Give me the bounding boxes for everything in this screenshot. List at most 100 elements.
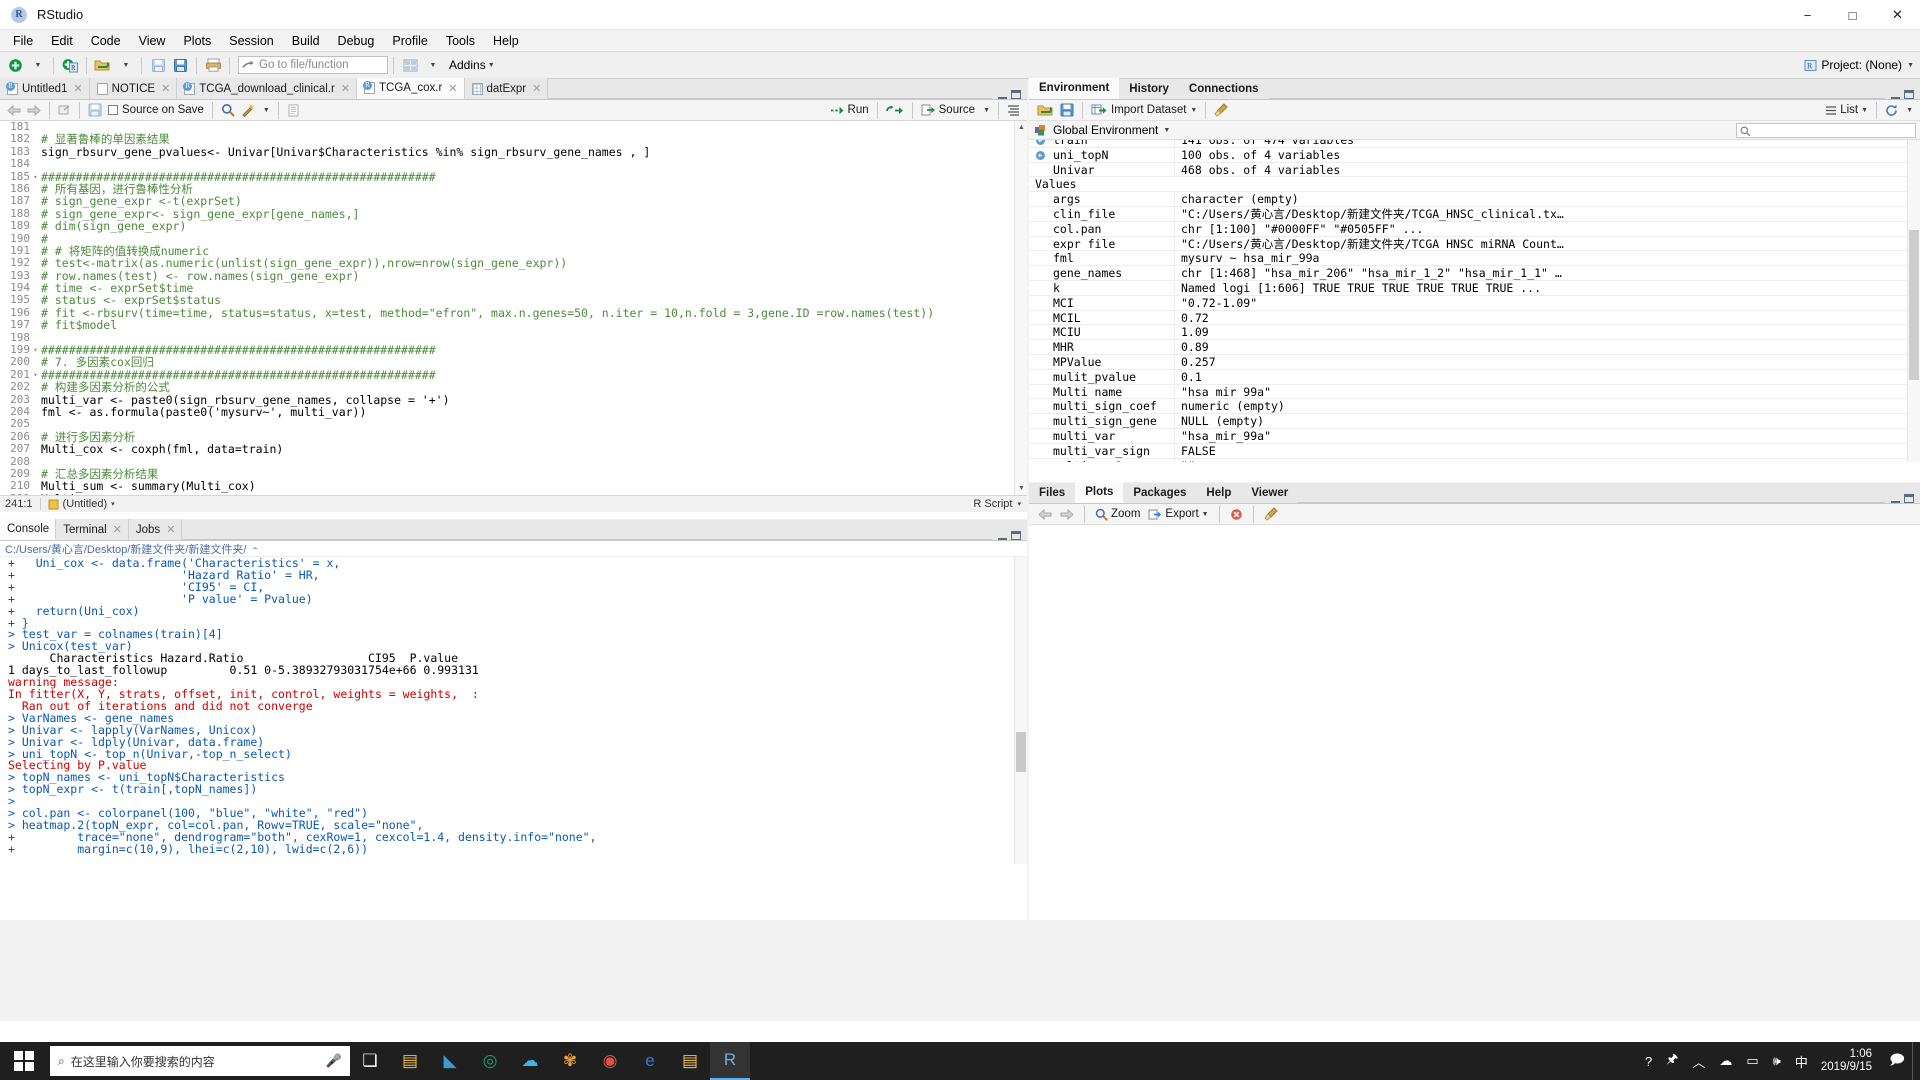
source-caret-icon[interactable]: ▼ (978, 101, 993, 119)
maximize-pane-icon[interactable] (1904, 494, 1914, 503)
plot-back-arrow-icon[interactable] (1035, 506, 1055, 523)
open-folder-icon[interactable] (92, 54, 114, 76)
source-tab-tcga-cox[interactable]: TCGA_cox.r ✕ (357, 78, 465, 99)
menu-plots[interactable]: Plots (174, 32, 220, 50)
close-button[interactable]: ✕ (1875, 0, 1920, 30)
menu-view[interactable]: View (130, 32, 175, 50)
environment-variable-row[interactable]: gene_names chr [1:468] "hsa_mir_206" "hsa… (1029, 266, 1920, 281)
import-dataset-button[interactable]: Import Dataset ▼ (1088, 101, 1200, 119)
zoom-plot-button[interactable]: Zoom (1092, 506, 1143, 523)
goto-file-function-input[interactable]: Go to file/function (238, 56, 388, 74)
maximize-pane-icon[interactable] (1904, 90, 1914, 99)
fold-toggle-icon[interactable]: ▾ (32, 369, 39, 381)
environment-variable-row[interactable]: Univar 468 obs. of 4 variables (1029, 162, 1920, 178)
remove-plot-icon[interactable] (1227, 506, 1246, 523)
environment-vertical-scrollbar[interactable] (1907, 140, 1920, 462)
code-editor[interactable]: 181 182 # 显著鲁棒的单因素结果 183 sign_rbsurv_gene_pv… (0, 121, 1027, 495)
taskbar-search-input[interactable]: ⌕ 在这里输入你要搜索的内容 🎤 (50, 1046, 350, 1076)
minimize-pane-icon[interactable] (998, 532, 1007, 540)
environment-variable-row[interactable]: multi_var2"" (1029, 458, 1920, 462)
close-icon[interactable]: ✕ (166, 523, 175, 536)
fold-toggle-icon[interactable]: ▾ (32, 344, 39, 356)
scroll-down-arrow-icon[interactable]: ▼ (1015, 482, 1027, 495)
back-arrow-icon[interactable] (4, 101, 24, 119)
plot-forward-arrow-icon[interactable] (1057, 506, 1077, 523)
close-icon[interactable]: ✕ (113, 523, 122, 536)
tab-jobs[interactable]: Jobs ✕ (128, 519, 183, 540)
environment-group-row[interactable]: Values (1029, 177, 1920, 193)
help-circle-icon[interactable]: ? (1638, 1054, 1659, 1069)
broom-clear-icon[interactable] (1211, 101, 1232, 119)
clear-plots-broom-icon[interactable] (1261, 506, 1282, 523)
close-icon[interactable]: ✕ (448, 82, 457, 95)
rerun-icon[interactable] (883, 101, 907, 119)
save-all-icon[interactable] (169, 54, 191, 76)
microphone-icon[interactable]: 🎤 (326, 1053, 342, 1069)
console-working-directory[interactable]: C:/Users/黄心言/Desktop/新建文件夹/新建文件夹/ ⌁ (0, 541, 1027, 557)
environment-variable-row[interactable]: MHR 0.89 (1029, 340, 1920, 355)
taskbar-clock[interactable]: 1:06 2019/9/15 (1815, 1048, 1882, 1074)
tab-viewer[interactable]: Viewer (1241, 482, 1298, 503)
menu-debug[interactable]: Debug (329, 32, 384, 50)
chevron-up-icon[interactable]: ︿ (1685, 1052, 1712, 1071)
cloud-app-icon[interactable]: ☁ (510, 1042, 550, 1080)
environment-variable-row[interactable]: k Named logi [1:606] TRUE TRUE TRUE TRUE … (1029, 280, 1920, 296)
code-tools-caret[interactable]: ▼ (258, 101, 273, 119)
refresh-caret-icon[interactable]: ▼ (1901, 101, 1916, 119)
source-tab-untitled1[interactable]: Untitled1 ✕ (0, 78, 90, 99)
compile-report-icon[interactable] (284, 101, 303, 119)
tab-plots[interactable]: Plots (1075, 482, 1124, 503)
volume-icon[interactable]: 🕪 (1766, 1053, 1788, 1069)
menu-session[interactable]: Session (220, 32, 282, 50)
minimize-pane-icon[interactable] (1891, 91, 1900, 99)
menu-build[interactable]: Build (283, 32, 329, 50)
windows-start-icon[interactable] (0, 1042, 48, 1080)
show-desktop-button[interactable] (1912, 1042, 1920, 1080)
environment-variable-row[interactable]: ▶train141 obs. of 474 variables (1029, 140, 1920, 148)
print-icon[interactable] (202, 54, 224, 76)
menu-code[interactable]: Code (82, 32, 130, 50)
environment-variable-row[interactable]: MCIU 1.09 (1029, 325, 1920, 341)
export-plot-button[interactable]: Export ▼ (1145, 506, 1211, 523)
environment-variable-row[interactable]: clin_file "C:/Users/黄心言/Desktop/新建文件夹/TCG… (1029, 206, 1920, 222)
wechat-icon[interactable]: ✾ (550, 1042, 590, 1080)
refresh-icon[interactable] (1882, 101, 1901, 119)
pin-icon[interactable]: ⌁ (252, 543, 257, 554)
scrollbar-thumb[interactable] (1016, 732, 1026, 772)
environment-variable-row[interactable]: Multi_name "hsa_mir_99a" (1029, 384, 1920, 400)
file-explorer-icon[interactable]: ▤ (670, 1042, 710, 1080)
expand-icon[interactable]: ▶ (1036, 150, 1045, 160)
source-button[interactable]: Source (918, 101, 978, 119)
environment-variable-row[interactable]: MCI "0.72-1.09" (1029, 295, 1920, 311)
environment-variable-list[interactable]: ▶train141 obs. of 474 variables▶uni_topN… (1029, 140, 1920, 462)
expand-icon[interactable]: ▶ (1036, 140, 1045, 145)
maximize-pane-icon[interactable] (1011, 90, 1021, 99)
document-type[interactable]: R Script ▾ (973, 498, 1021, 510)
minimize-pane-icon[interactable] (998, 91, 1007, 99)
close-icon[interactable]: ✕ (73, 82, 82, 95)
environment-variable-row[interactable]: MCIL 0.72 (1029, 310, 1920, 326)
environment-variable-row[interactable]: args character (empty) (1029, 192, 1920, 207)
environment-variable-row[interactable]: expr_file "C:/Users/黄心言/Desktop/新建文件夹/TCG… (1029, 236, 1920, 252)
show-in-new-window-icon[interactable] (55, 101, 74, 119)
panes-layout-caret[interactable]: ▼ (421, 54, 443, 76)
chrome-icon[interactable]: ◉ (590, 1042, 630, 1080)
environment-variable-row[interactable]: multi_sign_gene NULL (empty) (1029, 414, 1920, 429)
environment-variable-row[interactable]: multi_var "hsa_mir_99a" (1029, 428, 1920, 444)
tab-console[interactable]: Console (0, 519, 57, 540)
source-tab-tcga-download-clinical[interactable]: TCGA_download_clinical.r ✕ (177, 78, 358, 99)
checkbox-box[interactable] (108, 105, 118, 115)
menu-help[interactable]: Help (484, 32, 528, 50)
console-output[interactable]: + Uni_cox <- data.frame('Characteristics… (0, 557, 1027, 864)
plot-display-area[interactable] (1029, 525, 1920, 919)
run-button[interactable]: Run (827, 101, 872, 119)
tab-history[interactable]: History (1119, 78, 1179, 99)
menu-tools[interactable]: Tools (437, 32, 484, 50)
network-icon[interactable]: ▭ (1739, 1053, 1765, 1069)
close-icon[interactable]: ✕ (341, 82, 350, 95)
forward-arrow-icon[interactable] (24, 101, 44, 119)
addins-button[interactable]: Addins ▼ (443, 54, 497, 76)
source-tab-notice[interactable]: NOTICE ✕ (89, 78, 178, 99)
list-caret-icon[interactable]: ▼ (1861, 107, 1868, 114)
close-icon[interactable]: ✕ (161, 82, 170, 95)
